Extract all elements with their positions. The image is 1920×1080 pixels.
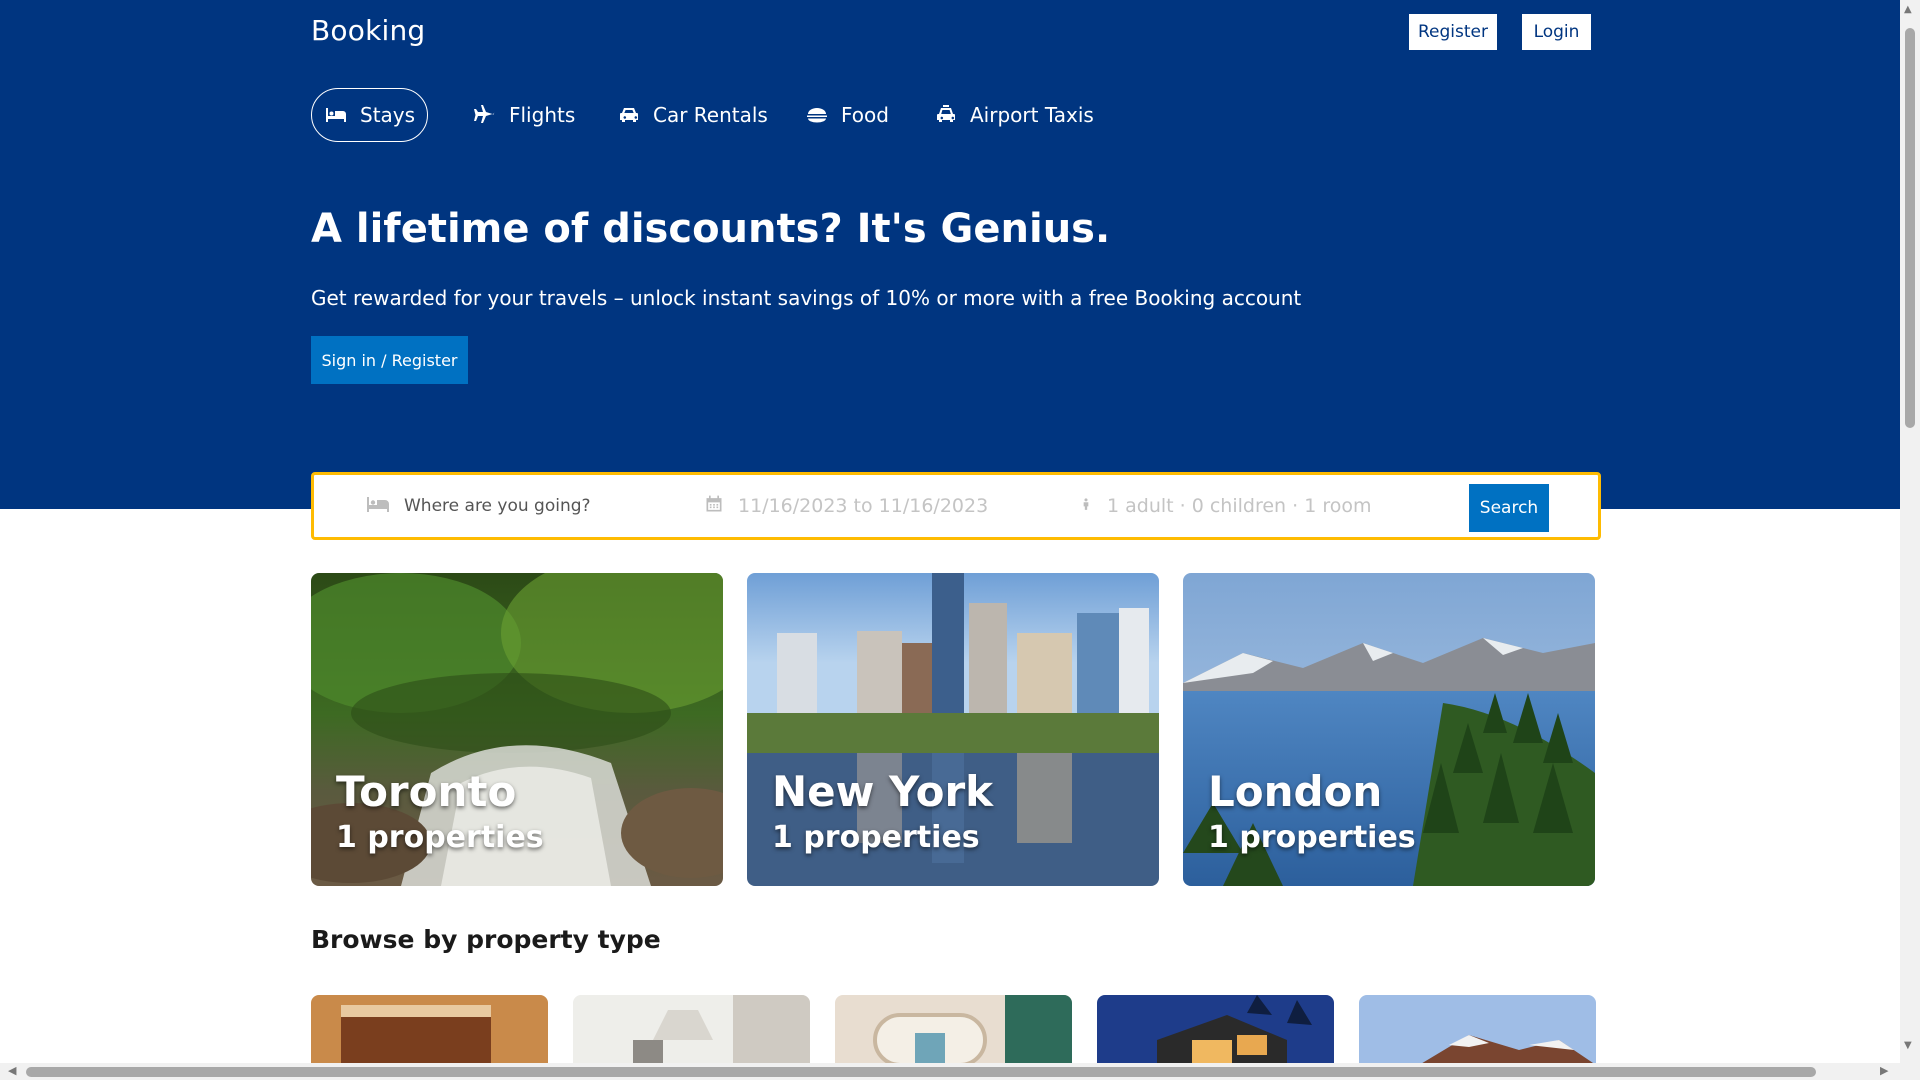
city-card-london[interactable]: London 1 properties (1183, 573, 1595, 886)
nav-item-car-rentals[interactable]: Car Rentals (617, 88, 768, 142)
nav-item-flights[interactable]: Flights (473, 88, 575, 142)
top-bar: Booking Register Login (311, 0, 1594, 64)
date-range-field[interactable]: 11/16/2023 to 11/16/2023 (704, 475, 1034, 537)
property-type-photo (1359, 995, 1596, 1065)
hero-title: A lifetime of discounts? It's Genius. (311, 206, 1111, 252)
vertical-scroll-thumb[interactable] (1905, 28, 1915, 428)
nav-item-label: Car Rentals (653, 103, 768, 127)
destination-input[interactable]: Where are you going? (404, 496, 591, 516)
horizontal-scroll-thumb[interactable] (26, 1067, 1816, 1077)
hero-subtitle: Get rewarded for your travels – unlock i… (311, 286, 1302, 310)
horizontal-scrollbar[interactable]: ◀ ▶ (0, 1063, 1900, 1080)
property-type-card[interactable] (573, 995, 810, 1065)
city-properties-count: 1 properties (1208, 820, 1416, 855)
property-type-list (311, 995, 1596, 1065)
city-properties-count: 1 properties (772, 820, 980, 855)
city-card-new-york[interactable]: New York 1 properties (747, 573, 1159, 886)
destination-field[interactable]: Where are you going? (366, 475, 666, 537)
sign-in-register-button[interactable]: Sign in / Register (311, 336, 468, 384)
property-type-title: Browse by property type (311, 925, 661, 954)
guests-value: 1 adult · 0 children · 1 room (1107, 495, 1372, 517)
date-range-value: 11/16/2023 to 11/16/2023 (738, 495, 989, 517)
nav-item-label: Airport Taxis (970, 103, 1094, 127)
login-button[interactable]: Login (1522, 14, 1591, 50)
main-nav: Stays Flights Car Rentals Food Airport T… (311, 88, 1594, 142)
scroll-right-icon[interactable]: ▶ (1880, 1064, 1888, 1077)
nav-item-label: Stays (360, 103, 416, 127)
property-type-card[interactable] (835, 995, 1072, 1065)
property-type-photo (1097, 995, 1334, 1065)
scroll-up-icon[interactable]: ▲ (1904, 4, 1912, 15)
property-type-photo (311, 995, 548, 1065)
bed-icon (366, 494, 390, 519)
city-name: Toronto (336, 767, 517, 816)
nav-item-airport-taxis[interactable]: Airport Taxis (934, 88, 1094, 142)
search-bar: Where are you going? 11/16/2023 to 11/16… (311, 472, 1601, 540)
nav-item-stays[interactable]: Stays (311, 88, 429, 142)
food-icon (805, 103, 829, 127)
nav-item-food[interactable]: Food (805, 88, 889, 142)
register-button[interactable]: Register (1409, 14, 1497, 50)
plane-icon (473, 103, 497, 127)
calendar-icon (704, 494, 724, 519)
search-button[interactable]: Search (1469, 484, 1549, 532)
city-cards: Toronto 1 properties New York 1 properti… (311, 573, 1595, 886)
scroll-down-icon[interactable]: ▼ (1904, 1040, 1912, 1051)
vertical-scrollbar[interactable]: ▲ ▼ (1900, 0, 1920, 1080)
city-name: New York (772, 767, 994, 816)
city-name: London (1208, 767, 1383, 816)
scroll-left-icon[interactable]: ◀ (8, 1064, 16, 1077)
hero-banner (0, 0, 1900, 509)
bed-icon (324, 103, 348, 127)
taxi-icon (934, 103, 958, 127)
person-icon (1079, 494, 1093, 519)
property-type-photo (573, 995, 810, 1065)
property-type-card[interactable] (1359, 995, 1596, 1065)
city-properties-count: 1 properties (336, 820, 544, 855)
car-icon (617, 103, 641, 127)
property-type-card[interactable] (1097, 995, 1334, 1065)
nav-item-label: Food (841, 103, 889, 127)
city-card-toronto[interactable]: Toronto 1 properties (311, 573, 723, 886)
nav-item-label: Flights (509, 103, 576, 127)
guests-field[interactable]: 1 adult · 0 children · 1 room (1079, 475, 1449, 537)
property-type-card[interactable] (311, 995, 548, 1065)
brand-logo[interactable]: Booking (311, 14, 425, 47)
property-type-photo (835, 995, 1072, 1065)
